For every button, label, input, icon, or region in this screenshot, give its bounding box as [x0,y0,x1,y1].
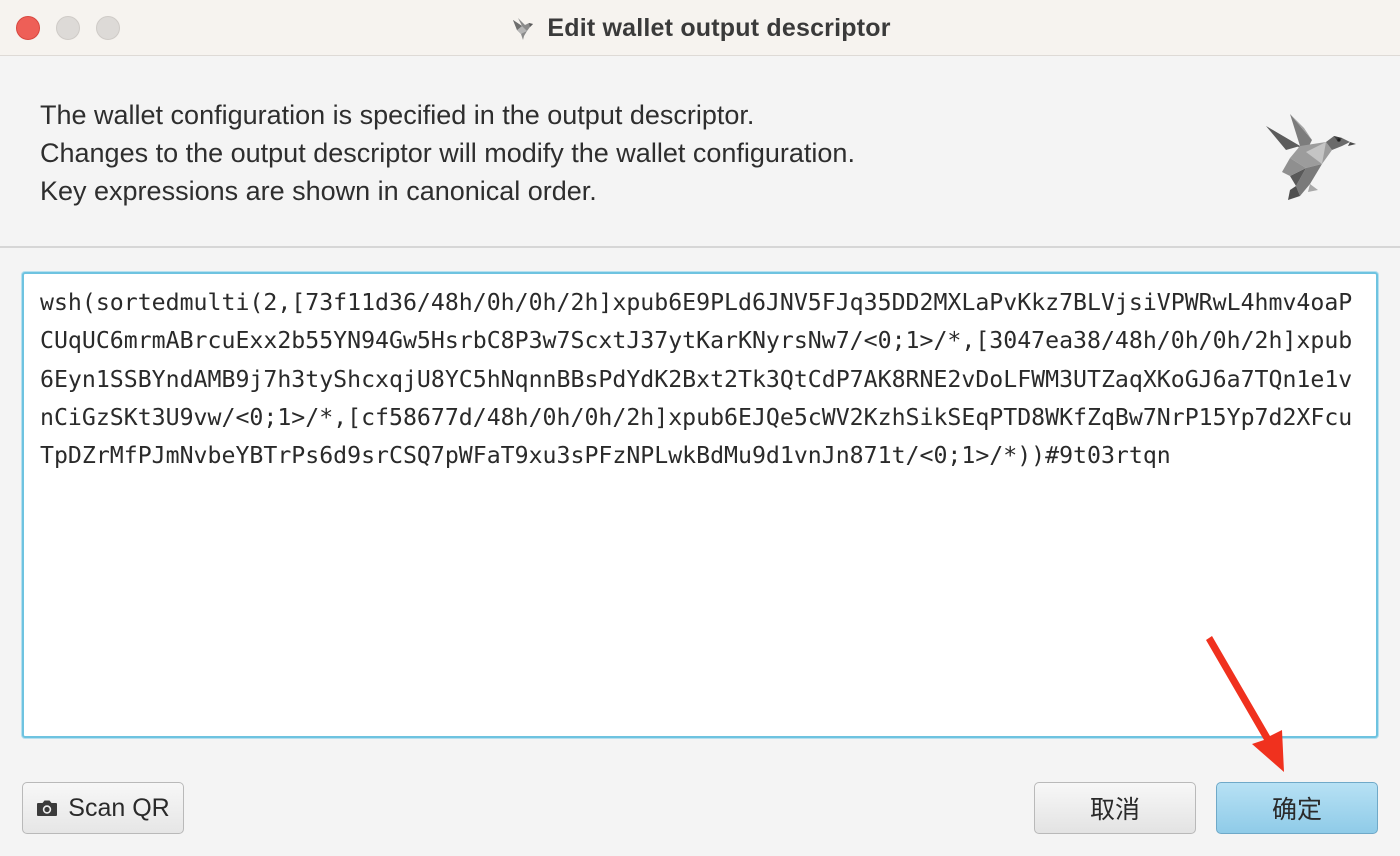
cancel-button[interactable]: 取消 [1034,782,1196,834]
dialog-header: The wallet configuration is specified in… [0,56,1400,248]
header-line-2: Changes to the output descriptor will mo… [40,138,855,168]
scan-qr-button[interactable]: Scan QR [22,782,184,834]
sparrow-bird-icon [513,18,534,40]
title-bar: Edit wallet output descriptor [0,0,1400,56]
ok-button[interactable]: 确定 [1216,782,1378,834]
window-title: Edit wallet output descriptor [547,13,891,42]
edit-descriptor-dialog: Edit wallet output descriptor The wallet… [0,0,1400,856]
ok-label: 确定 [1271,796,1322,824]
cancel-label: 取消 [1089,796,1140,824]
title-group: Edit wallet output descriptor [0,0,1400,56]
header-line-3: Key expressions are shown in canonical o… [40,176,597,206]
camera-icon [37,800,58,816]
scan-qr-label: Scan QR [68,793,170,822]
output-descriptor-textarea[interactable]: wsh(sortedmulti(2,[73f11d36/48h/0h/0h/2h… [22,272,1378,738]
sparrow-bird-logo [1266,114,1356,200]
header-description: The wallet configuration is specified in… [40,96,855,210]
header-line-1: The wallet configuration is specified in… [40,100,755,130]
